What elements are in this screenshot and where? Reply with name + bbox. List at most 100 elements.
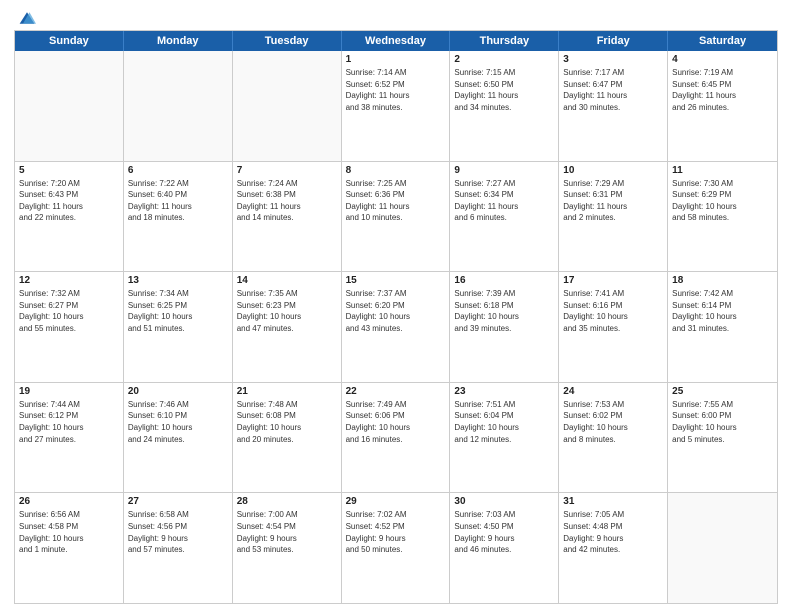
day-info: Sunrise: 7:20 AM Sunset: 6:43 PM Dayligh…: [19, 178, 119, 224]
day-cell-11: 11 Sunrise: 7:30 AM Sunset: 6:29 PM Dayli…: [668, 162, 777, 272]
week-row-3: 19 Sunrise: 7:44 AM Sunset: 6:12 PM Dayli…: [15, 383, 777, 494]
day-info: Sunrise: 7:24 AM Sunset: 6:38 PM Dayligh…: [237, 178, 337, 224]
day-info: Sunrise: 7:25 AM Sunset: 6:36 PM Dayligh…: [346, 178, 446, 224]
day-cell-7: 7 Sunrise: 7:24 AM Sunset: 6:38 PM Daylig…: [233, 162, 342, 272]
day-info: Sunrise: 7:53 AM Sunset: 6:02 PM Dayligh…: [563, 399, 663, 445]
day-cell-27: 27 Sunrise: 6:58 AM Sunset: 4:56 PM Dayli…: [124, 493, 233, 603]
day-info: Sunrise: 7:29 AM Sunset: 6:31 PM Dayligh…: [563, 178, 663, 224]
day-info: Sunrise: 7:46 AM Sunset: 6:10 PM Dayligh…: [128, 399, 228, 445]
empty-cell: [15, 51, 124, 161]
day-cell-24: 24Sunrise: 7:53 AM Sunset: 6:02 PM Dayli…: [559, 383, 668, 493]
header: [14, 10, 778, 24]
day-cell-2: 2 Sunrise: 7:15 AM Sunset: 6:50 PM Daylig…: [450, 51, 559, 161]
day-info: Sunrise: 7:00 AM Sunset: 4:54 PM Dayligh…: [237, 509, 337, 555]
day-number: 11: [672, 165, 773, 176]
logo: [14, 10, 36, 24]
day-info: Sunrise: 7:37 AM Sunset: 6:20 PM Dayligh…: [346, 288, 446, 334]
day-cell-25: 25 Sunrise: 7:55 AM Sunset: 6:00 PM Dayli…: [668, 383, 777, 493]
day-info: Sunrise: 7:44 AM Sunset: 6:12 PM Dayligh…: [19, 399, 119, 445]
day-number: 4: [672, 54, 773, 65]
day-info: Sunrise: 7:30 AM Sunset: 6:29 PM Dayligh…: [672, 178, 773, 224]
day-cell-5: 5 Sunrise: 7:20 AM Sunset: 6:43 PM Daylig…: [15, 162, 124, 272]
day-cell-17: 17Sunrise: 7:41 AM Sunset: 6:16 PM Dayli…: [559, 272, 668, 382]
day-info: Sunrise: 7:49 AM Sunset: 6:06 PM Dayligh…: [346, 399, 446, 445]
header-day-tuesday: Tuesday: [233, 31, 342, 51]
day-info: Sunrise: 7:34 AM Sunset: 6:25 PM Dayligh…: [128, 288, 228, 334]
logo-icon: [18, 10, 36, 26]
day-info: Sunrise: 7:27 AM Sunset: 6:34 PM Dayligh…: [454, 178, 554, 224]
day-info: Sunrise: 7:14 AM Sunset: 6:52 PM Dayligh…: [346, 67, 446, 113]
day-cell-22: 22Sunrise: 7:49 AM Sunset: 6:06 PM Dayli…: [342, 383, 451, 493]
day-number: 8: [346, 165, 446, 176]
day-number: 23: [454, 386, 554, 397]
header-day-wednesday: Wednesday: [342, 31, 451, 51]
empty-cell: [233, 51, 342, 161]
day-cell-31: 31Sunrise: 7:05 AM Sunset: 4:48 PM Dayli…: [559, 493, 668, 603]
day-cell-21: 21 Sunrise: 7:48 AM Sunset: 6:08 PM Dayli…: [233, 383, 342, 493]
day-number: 15: [346, 275, 446, 286]
day-cell-18: 18Sunrise: 7:42 AM Sunset: 6:14 PM Dayli…: [668, 272, 777, 382]
day-cell-8: 8 Sunrise: 7:25 AM Sunset: 6:36 PM Daylig…: [342, 162, 451, 272]
page: SundayMondayTuesdayWednesdayThursdayFrid…: [0, 0, 792, 612]
day-number: 29: [346, 496, 446, 507]
day-number: 5: [19, 165, 119, 176]
calendar: SundayMondayTuesdayWednesdayThursdayFrid…: [14, 30, 778, 604]
day-info: Sunrise: 7:35 AM Sunset: 6:23 PM Dayligh…: [237, 288, 337, 334]
week-row-0: 1 Sunrise: 7:14 AM Sunset: 6:52 PM Daylig…: [15, 51, 777, 162]
day-cell-28: 28 Sunrise: 7:00 AM Sunset: 4:54 PM Dayli…: [233, 493, 342, 603]
day-cell-4: 4 Sunrise: 7:19 AM Sunset: 6:45 PM Daylig…: [668, 51, 777, 161]
day-info: Sunrise: 7:32 AM Sunset: 6:27 PM Dayligh…: [19, 288, 119, 334]
day-info: Sunrise: 7:17 AM Sunset: 6:47 PM Dayligh…: [563, 67, 663, 113]
day-number: 7: [237, 165, 337, 176]
day-number: 19: [19, 386, 119, 397]
day-number: 20: [128, 386, 228, 397]
day-number: 27: [128, 496, 228, 507]
empty-cell: [124, 51, 233, 161]
day-cell-19: 19 Sunrise: 7:44 AM Sunset: 6:12 PM Dayli…: [15, 383, 124, 493]
day-number: 14: [237, 275, 337, 286]
day-number: 21: [237, 386, 337, 397]
day-info: Sunrise: 7:22 AM Sunset: 6:40 PM Dayligh…: [128, 178, 228, 224]
day-info: Sunrise: 7:19 AM Sunset: 6:45 PM Dayligh…: [672, 67, 773, 113]
empty-cell: [668, 493, 777, 603]
day-info: Sunrise: 6:58 AM Sunset: 4:56 PM Dayligh…: [128, 509, 228, 555]
day-cell-16: 16 Sunrise: 7:39 AM Sunset: 6:18 PM Dayli…: [450, 272, 559, 382]
week-row-1: 5 Sunrise: 7:20 AM Sunset: 6:43 PM Daylig…: [15, 162, 777, 273]
header-day-monday: Monday: [124, 31, 233, 51]
day-number: 6: [128, 165, 228, 176]
day-cell-10: 10 Sunrise: 7:29 AM Sunset: 6:31 PM Dayli…: [559, 162, 668, 272]
day-number: 28: [237, 496, 337, 507]
header-day-sunday: Sunday: [15, 31, 124, 51]
day-cell-6: 6 Sunrise: 7:22 AM Sunset: 6:40 PM Daylig…: [124, 162, 233, 272]
header-day-thursday: Thursday: [450, 31, 559, 51]
day-info: Sunrise: 7:41 AM Sunset: 6:16 PM Dayligh…: [563, 288, 663, 334]
day-info: Sunrise: 7:42 AM Sunset: 6:14 PM Dayligh…: [672, 288, 773, 334]
day-number: 1: [346, 54, 446, 65]
day-cell-12: 12 Sunrise: 7:32 AM Sunset: 6:27 PM Dayli…: [15, 272, 124, 382]
day-cell-14: 14 Sunrise: 7:35 AM Sunset: 6:23 PM Dayli…: [233, 272, 342, 382]
day-info: Sunrise: 6:56 AM Sunset: 4:58 PM Dayligh…: [19, 509, 119, 555]
day-number: 31: [563, 496, 663, 507]
day-number: 2: [454, 54, 554, 65]
day-cell-26: 26Sunrise: 6:56 AM Sunset: 4:58 PM Dayli…: [15, 493, 124, 603]
header-day-friday: Friday: [559, 31, 668, 51]
calendar-body: 1 Sunrise: 7:14 AM Sunset: 6:52 PM Daylig…: [15, 51, 777, 603]
day-number: 3: [563, 54, 663, 65]
day-number: 25: [672, 386, 773, 397]
day-cell-9: 9Sunrise: 7:27 AM Sunset: 6:34 PM Daylig…: [450, 162, 559, 272]
day-number: 12: [19, 275, 119, 286]
day-number: 16: [454, 275, 554, 286]
week-row-2: 12 Sunrise: 7:32 AM Sunset: 6:27 PM Dayli…: [15, 272, 777, 383]
day-number: 13: [128, 275, 228, 286]
day-info: Sunrise: 7:39 AM Sunset: 6:18 PM Dayligh…: [454, 288, 554, 334]
day-cell-15: 15 Sunrise: 7:37 AM Sunset: 6:20 PM Dayli…: [342, 272, 451, 382]
day-info: Sunrise: 7:03 AM Sunset: 4:50 PM Dayligh…: [454, 509, 554, 555]
day-info: Sunrise: 7:55 AM Sunset: 6:00 PM Dayligh…: [672, 399, 773, 445]
day-info: Sunrise: 7:15 AM Sunset: 6:50 PM Dayligh…: [454, 67, 554, 113]
day-cell-1: 1 Sunrise: 7:14 AM Sunset: 6:52 PM Daylig…: [342, 51, 451, 161]
day-info: Sunrise: 7:48 AM Sunset: 6:08 PM Dayligh…: [237, 399, 337, 445]
day-number: 10: [563, 165, 663, 176]
day-number: 30: [454, 496, 554, 507]
day-cell-29: 29Sunrise: 7:02 AM Sunset: 4:52 PM Dayli…: [342, 493, 451, 603]
day-cell-13: 13 Sunrise: 7:34 AM Sunset: 6:25 PM Dayli…: [124, 272, 233, 382]
